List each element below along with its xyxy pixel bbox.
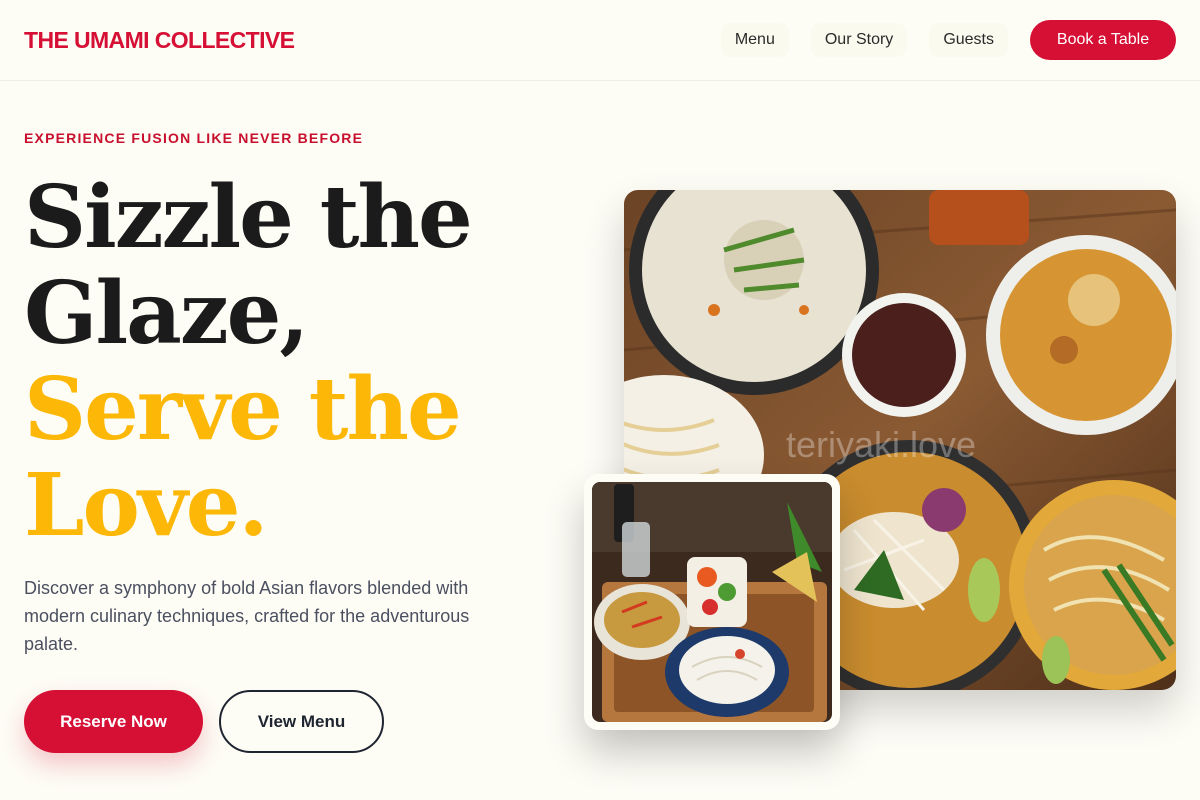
- book-table-button[interactable]: Book a Table: [1030, 20, 1176, 60]
- hero-eyebrow: EXPERIENCE FUSION LIKE NEVER BEFORE: [24, 130, 364, 146]
- nav-link-guests[interactable]: Guests: [929, 23, 1008, 57]
- main-nav: Menu Our Story Guests Book a Table: [699, 20, 1176, 60]
- headline-line-4: Love.: [24, 455, 268, 556]
- hero-description: Discover a symphony of bold Asian flavor…: [24, 578, 470, 654]
- hero-headline: Sizzle the Glaze, Serve the Love.: [24, 167, 473, 556]
- view-menu-button[interactable]: View Menu: [219, 690, 384, 753]
- headline-line-2: Glaze,: [24, 263, 309, 364]
- watermark-text: teriyaki.love: [786, 424, 977, 465]
- brand-logo[interactable]: THE UMAMI COLLECTIVE: [24, 27, 295, 54]
- nav-link-menu[interactable]: Menu: [720, 23, 789, 57]
- inset-food-image: [592, 482, 832, 722]
- headline-line-1: Sizzle the: [24, 167, 473, 268]
- nav-link-our-story[interactable]: Our Story: [810, 23, 908, 57]
- site-header: THE UMAMI COLLECTIVE Menu Our Story Gues…: [0, 0, 1200, 81]
- headline-line-3: Serve the: [24, 359, 462, 460]
- reserve-now-button[interactable]: Reserve Now: [24, 690, 203, 753]
- inset-photo-frame: [584, 474, 840, 730]
- table-setting-illustration: [592, 482, 832, 722]
